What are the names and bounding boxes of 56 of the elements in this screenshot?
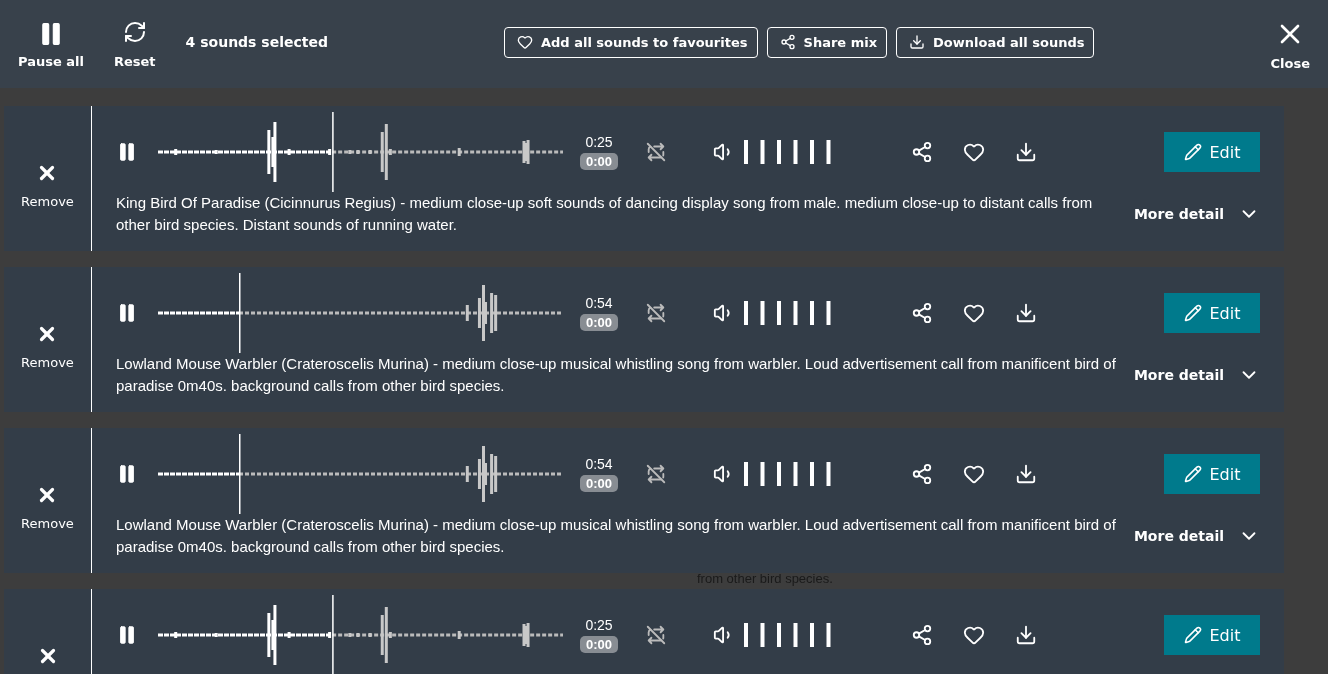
position-badge: 0:00	[580, 153, 618, 170]
share-button[interactable]	[911, 624, 933, 646]
sound-description: Lowland Mouse Warbler (Crateroscelis Murina) - medium close-up musical whistling song from warbler. Loud advertisement call from manificent bird of paradise 0m40s. background calls from other bird species.	[116, 354, 1116, 396]
position-badge: 0:00	[580, 314, 618, 331]
action-button[interactable]: Share mix	[766, 26, 888, 58]
volume-meter-icon[interactable]	[743, 300, 831, 326]
remove-button[interactable]: Remove	[21, 323, 74, 370]
favourite-button[interactable]	[963, 624, 985, 646]
duration: 0:25	[585, 617, 613, 633]
share-button[interactable]	[911, 141, 933, 163]
position-badge: 0:00	[580, 636, 618, 653]
loop-off-button[interactable]	[645, 141, 667, 163]
download-icon	[909, 34, 926, 50]
remove-button[interactable]: Remove	[21, 484, 74, 531]
download-button[interactable]	[1015, 624, 1037, 646]
share-button[interactable]	[911, 463, 933, 485]
action-button[interactable]: Add all sounds to favourites	[503, 26, 758, 58]
position-badge: 0:00	[580, 475, 618, 492]
download-button[interactable]	[1015, 302, 1037, 324]
pencil-icon	[1183, 143, 1202, 161]
refresh-icon	[122, 19, 147, 44]
loop-off-button[interactable]	[645, 624, 667, 646]
more-detail-toggle[interactable]: More detail	[1133, 525, 1260, 547]
loop-off-button[interactable]	[645, 302, 667, 324]
share-icon	[779, 34, 796, 50]
duration: 0:54	[585, 295, 613, 311]
duration: 0:54	[585, 456, 613, 472]
share-button[interactable]	[911, 302, 933, 324]
favourite-button[interactable]	[963, 141, 985, 163]
volume-meter-icon[interactable]	[743, 461, 831, 487]
pencil-icon	[1183, 465, 1202, 483]
heart-icon	[516, 34, 533, 50]
pencil-icon	[1183, 626, 1202, 644]
reset-button[interactable]: Reset	[114, 19, 156, 69]
volume-meter-icon[interactable]	[743, 622, 831, 648]
more-detail-toggle[interactable]: More detail	[1133, 364, 1260, 386]
sound-description: King Bird Of Paradise (Cicinnurus Regius) - medium close-up soft sounds of dancing display song from male. medium close-up to distant calls from other bird species. Distant sounds of running water.	[116, 193, 1094, 235]
edit-button[interactable]: Edit	[1164, 615, 1260, 655]
more-detail-toggle[interactable]: More detail	[1133, 203, 1260, 225]
download-button[interactable]	[1015, 141, 1037, 163]
selection-count: 4 sounds selected	[185, 34, 328, 50]
remove-button[interactable]: Remove	[21, 162, 74, 209]
favourite-button[interactable]	[963, 302, 985, 324]
action-button[interactable]: Download all sounds	[896, 26, 1095, 58]
volume-meter-icon[interactable]	[743, 139, 831, 165]
edit-button[interactable]: Edit	[1164, 132, 1260, 172]
loop-off-button[interactable]	[645, 463, 667, 485]
download-button[interactable]	[1015, 463, 1037, 485]
pause-all-button[interactable]: Pause all	[18, 19, 84, 69]
favourite-button[interactable]	[963, 463, 985, 485]
sound-description: Lowland Mouse Warbler (Crateroscelis Murina) - medium close-up musical whistling song from warbler. Loud advertisement call from manificent bird of paradise 0m40s. background calls from other bird species.	[116, 515, 1116, 557]
edit-button[interactable]: Edit	[1164, 293, 1260, 333]
edit-button[interactable]: Edit	[1164, 454, 1260, 494]
pencil-icon	[1183, 304, 1202, 322]
close-button[interactable]: Close	[1270, 17, 1310, 71]
duration: 0:25	[585, 134, 613, 150]
